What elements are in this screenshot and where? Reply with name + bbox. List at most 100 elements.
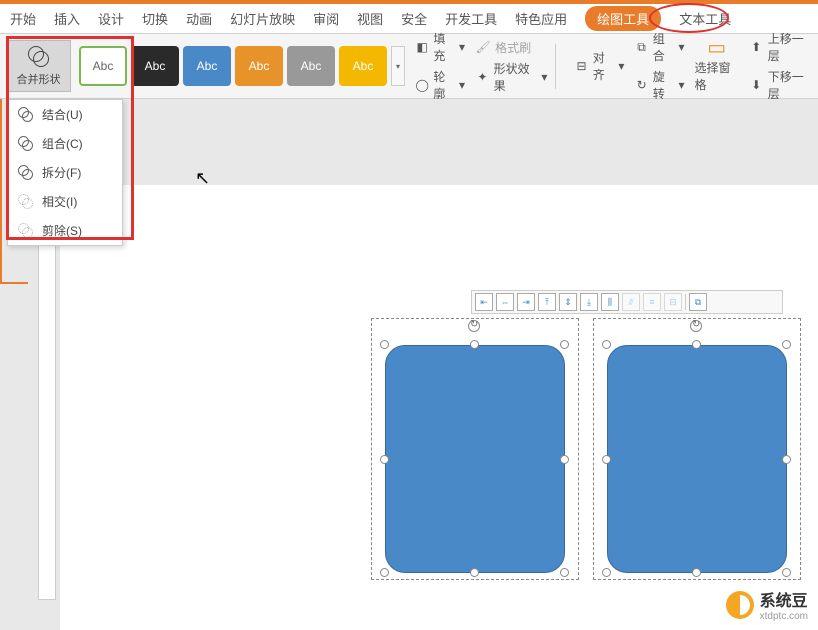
resize-handle[interactable] — [560, 455, 569, 464]
align-button[interactable]: ⊟对齐▾ — [574, 49, 624, 83]
move-down-button[interactable]: ⬇下移一层 — [749, 68, 812, 102]
resize-handle[interactable] — [602, 340, 611, 349]
intersect-icon — [18, 194, 34, 210]
brush-icon: 🖌 — [475, 39, 491, 55]
dropdown-union[interactable]: 结合(U) — [8, 100, 122, 129]
format-painter-button[interactable]: 🖌格式刷 — [475, 39, 547, 56]
dropdown-fragment[interactable]: 拆分(F) — [8, 158, 122, 187]
ribbon-divider — [555, 44, 556, 89]
rounded-rect-shape-1[interactable] — [385, 345, 565, 573]
menu-bar: 开始 插入 设计 切换 动画 幻灯片放映 审阅 视图 安全 开发工具 特色应用 … — [0, 4, 818, 34]
dropdown-subtract[interactable]: 剪除(S) — [8, 216, 122, 245]
floating-align-toolbar: ⇤ ⇔ ⇥ ⤒ ⇕ ⤓ ⫼ ⫻ ≡ ⊟ ⧉ — [471, 290, 783, 314]
align-middle-v-button[interactable]: ⇕ — [559, 293, 577, 311]
menu-view[interactable]: 视图 — [357, 9, 383, 28]
arrange-group: ⊟对齐▾ — [574, 49, 624, 83]
selection-pane-button[interactable]: ▭ — [694, 39, 738, 55]
menu-design[interactable]: 设计 — [98, 9, 124, 28]
resize-handle[interactable] — [380, 568, 389, 577]
group-rotate-group: ⧉组合▾ ↻旋转▾ — [634, 30, 684, 102]
style-swatch-white[interactable]: Abc — [79, 46, 127, 86]
watermark: 系统豆 xtdptc.com — [726, 587, 808, 622]
menu-insert[interactable]: 插入 — [54, 9, 80, 28]
align-right-button[interactable]: ⇥ — [517, 293, 535, 311]
menu-devtools[interactable]: 开发工具 — [445, 9, 497, 28]
watermark-url: xtdptc.com — [760, 611, 808, 622]
fill-outline-group: ◧填充▾ ◯轮廓▾ — [415, 30, 465, 102]
selection-pane-label[interactable]: 选择窗格 — [694, 59, 738, 93]
rotate-button[interactable]: ↻旋转▾ — [634, 68, 684, 102]
menu-slideshow[interactable]: 幻灯片放映 — [230, 9, 295, 28]
outline-button[interactable]: ◯轮廓▾ — [415, 68, 465, 102]
watermark-title: 系统豆 — [760, 587, 808, 611]
menu-animation[interactable]: 动画 — [186, 9, 212, 28]
fill-icon: ◧ — [415, 39, 429, 55]
subtract-icon — [18, 223, 34, 239]
group-shapes-button[interactable]: ⧉ — [689, 293, 707, 311]
resize-handle[interactable] — [782, 568, 791, 577]
resize-handle[interactable] — [782, 455, 791, 464]
resize-handle[interactable] — [692, 568, 701, 577]
outline-icon: ◯ — [415, 77, 429, 93]
align-center-h-button[interactable]: ⇔ — [496, 293, 514, 311]
menu-security[interactable]: 安全 — [401, 9, 427, 28]
resize-handle[interactable] — [470, 340, 479, 349]
align-icon: ⊟ — [574, 58, 588, 74]
merge-shapes-label: 合并形状 — [17, 71, 61, 87]
effects-icon: ✦ — [475, 69, 490, 85]
equal-height-button: ⊟ — [664, 293, 682, 311]
union-icon — [18, 107, 34, 123]
rotate-handle-2[interactable] — [690, 320, 702, 332]
watermark-logo-icon — [726, 591, 754, 619]
merge-shapes-icon — [28, 46, 50, 68]
style-swatch-gray[interactable]: Abc — [287, 46, 335, 86]
move-up-button[interactable]: ⬆上移一层 — [749, 30, 812, 64]
resize-handle[interactable] — [692, 340, 701, 349]
combine-icon — [18, 136, 34, 152]
rotate-handle-1[interactable] — [468, 320, 480, 332]
resize-handle[interactable] — [782, 340, 791, 349]
resize-handle[interactable] — [602, 568, 611, 577]
resize-handle[interactable] — [380, 455, 389, 464]
style-swatch-yellow[interactable]: Abc — [339, 46, 387, 86]
resize-handle[interactable] — [560, 568, 569, 577]
merge-shapes-button[interactable]: 合并形状 — [6, 40, 71, 92]
dropdown-combine[interactable]: 组合(C) — [8, 129, 122, 158]
ribbon-toolbar: 合并形状 Abc Abc Abc Abc Abc Abc ▾ ◧填充▾ ◯轮廓▾… — [0, 34, 818, 99]
style-swatch-black[interactable]: Abc — [131, 46, 179, 86]
group-icon: ⧉ — [634, 39, 648, 55]
menu-text-tools[interactable]: 文本工具 — [679, 9, 731, 28]
merge-shapes-dropdown: 结合(U) 组合(C) 拆分(F) 相交(I) 剪除(S) — [7, 99, 123, 246]
selection-group: ▭ 选择窗格 — [694, 39, 738, 93]
resize-handle[interactable] — [470, 568, 479, 577]
rounded-rect-shape-2[interactable] — [607, 345, 787, 573]
rotate-icon: ↻ — [634, 77, 648, 93]
menu-start[interactable]: 开始 — [10, 9, 36, 28]
dropdown-intersect[interactable]: 相交(I) — [8, 187, 122, 216]
format-effects-group: 🖌格式刷 ✦形状效果▾ — [475, 39, 547, 94]
align-top-button[interactable]: ⤒ — [538, 293, 556, 311]
selection-pane-icon: ▭ — [709, 39, 725, 55]
resize-handle[interactable] — [602, 455, 611, 464]
toolbar-divider — [685, 294, 686, 310]
group-button[interactable]: ⧉组合▾ — [634, 30, 684, 64]
menu-drawing-tools[interactable]: 绘图工具 — [585, 6, 661, 31]
style-swatch-orange[interactable]: Abc — [235, 46, 283, 86]
shape-effects-button[interactable]: ✦形状效果▾ — [475, 60, 547, 94]
fill-button[interactable]: ◧填充▾ — [415, 30, 465, 64]
align-left-button[interactable]: ⇤ — [475, 293, 493, 311]
gallery-more-button[interactable]: ▾ — [391, 46, 405, 86]
resize-handle[interactable] — [380, 340, 389, 349]
shape-style-gallery: Abc Abc Abc Abc Abc Abc ▾ — [79, 46, 405, 86]
watermark-text: 系统豆 xtdptc.com — [760, 587, 808, 622]
layer-group: ⬆上移一层 ⬇下移一层 — [749, 30, 812, 102]
equal-width-button: ≡ — [643, 293, 661, 311]
resize-handle[interactable] — [560, 340, 569, 349]
menu-review[interactable]: 审阅 — [313, 9, 339, 28]
layer-down-icon: ⬇ — [749, 77, 764, 93]
menu-featured[interactable]: 特色应用 — [515, 9, 567, 28]
distribute-h-button[interactable]: ⫼ — [601, 293, 619, 311]
menu-transition[interactable]: 切换 — [142, 9, 168, 28]
style-swatch-blue[interactable]: Abc — [183, 46, 231, 86]
align-bottom-button[interactable]: ⤓ — [580, 293, 598, 311]
